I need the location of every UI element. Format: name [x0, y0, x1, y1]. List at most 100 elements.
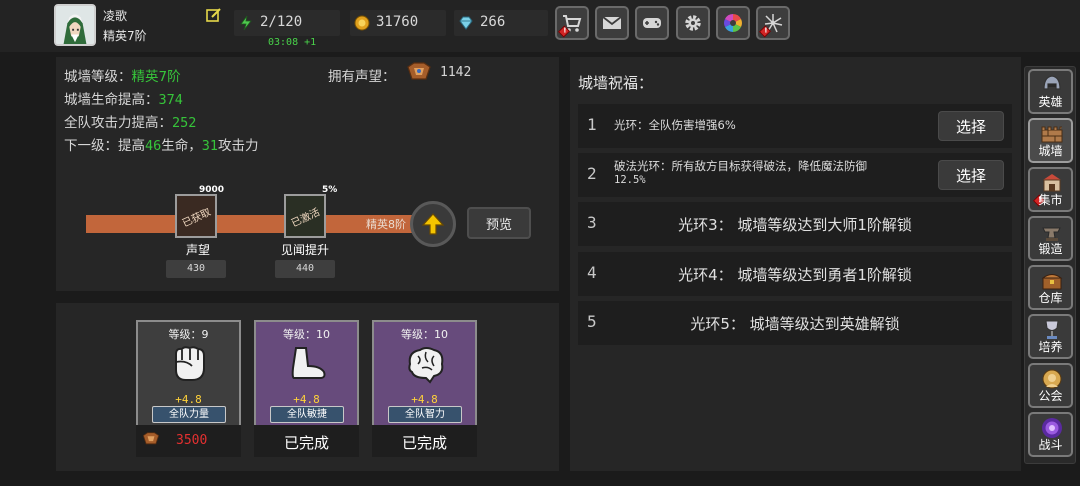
next-level-atk: 31 — [201, 138, 219, 154]
wall-info-panel: 城墙等级：精英7阶 城墙生命提高：374 全队攻击力提高：252 下一级：提高4… — [56, 57, 559, 291]
gem-value: 266 — [480, 14, 506, 30]
gold-counter: 31760 — [350, 10, 446, 36]
skill-completed-label: 已完成 — [401, 434, 447, 452]
skill-name: 全队智力 — [388, 406, 462, 423]
team-attack-row: 全队攻击力提高：252 — [64, 111, 196, 131]
node-prestige-value: 430 — [166, 260, 226, 278]
nav-label: 仓库 — [1038, 291, 1063, 305]
skill-bonus: +4.8 — [293, 393, 320, 406]
next-level-suffix: 攻击力 — [218, 138, 259, 154]
nav-market[interactable]: 集市 — [1028, 167, 1073, 212]
nav-label: 锻造 — [1038, 242, 1063, 256]
arrow-up-icon — [421, 213, 445, 235]
theme-button[interactable] — [716, 6, 750, 40]
node-prestige-stamp: 已获取 — [180, 206, 213, 230]
halo-2-select-button[interactable]: 选择 — [938, 160, 1004, 190]
node-prestige[interactable]: 已获取 — [175, 194, 217, 238]
nav-guild[interactable]: 公会 — [1028, 363, 1073, 408]
gear-icon — [685, 15, 701, 31]
node-insight[interactable]: 已激活 — [284, 194, 326, 238]
skill-level: 等级：10 — [283, 328, 330, 341]
mail-button[interactable] — [595, 6, 629, 40]
next-level-prefix: 下一级：提高 — [64, 138, 145, 154]
halo-description: 破法光环：所有敌方目标获得破法，降低魔法防御 — [614, 159, 867, 173]
player-name: 凌歌 — [103, 9, 128, 23]
blessing-title: 城墙祝福： — [578, 74, 654, 92]
foot-icon — [291, 347, 326, 379]
wall-progress-bar — [86, 215, 414, 233]
halo-slot-2: 2 破法光环：所有敌方目标获得破法，降低魔法防御 12.5% 选择 — [578, 153, 1012, 197]
next-tier-label: 精英8阶 — [366, 218, 406, 231]
skill-card-agility[interactable]: 等级：10 +4.8 全队敏捷 已完成 — [254, 320, 359, 457]
halo-number: 1 — [587, 115, 597, 134]
skill-upgrade-cost[interactable]: 3500 — [136, 425, 241, 457]
halo-number: 2 — [587, 164, 597, 183]
skill-cost-value: 3500 — [176, 433, 208, 448]
upgrade-wall-button[interactable] — [410, 201, 456, 247]
prestige-cost-icon — [142, 432, 160, 445]
next-level-row: 下一级：提高46生命，31攻击力 — [64, 134, 259, 154]
skill-level: 等级：10 — [401, 328, 448, 341]
wall-blessing-panel: 城墙祝福： 1 光环：全队伤害增强6% 选择 2 破法光环：所有敌方目标获得破法… — [570, 57, 1021, 471]
nav-battle[interactable]: 战斗 — [1028, 412, 1073, 457]
energy-bolt-icon — [240, 15, 252, 31]
settings-button[interactable] — [676, 6, 710, 40]
nav-hero[interactable]: 英雄 — [1028, 69, 1073, 114]
skill-level: 等级：9 — [168, 328, 209, 341]
wall-hp-row: 城墙生命提高：374 — [64, 88, 183, 108]
node-insight-name: 见闻提升 — [281, 243, 330, 257]
energy-counter: 2/120 — [234, 10, 340, 36]
player-avatar[interactable] — [54, 4, 96, 46]
halo-unlock-condition: 光环5： 城墙等级达到英雄解锁 — [690, 315, 900, 333]
halo-slot-4-locked: 4 光环4： 城墙等级达到勇者1阶解锁 — [578, 252, 1012, 296]
nav-label: 集市 — [1038, 193, 1063, 207]
skill-bonus: +4.8 — [411, 393, 438, 406]
nav-training[interactable]: 培养 — [1028, 314, 1073, 359]
nav-forge[interactable]: 锻造 — [1028, 216, 1073, 261]
node-prestige-name: 声望 — [186, 243, 211, 257]
team-attack-label: 全队攻击力提高： — [64, 115, 172, 131]
halo-unlock-condition: 光环4： 城墙等级达到勇者1阶解锁 — [678, 266, 912, 284]
skill-name: 全队力量 — [152, 406, 226, 423]
wall-level-label: 城墙等级： — [64, 69, 132, 85]
gem-counter: 266 — [454, 10, 548, 36]
next-level-mid: 生命， — [161, 138, 202, 154]
event-button[interactable] — [756, 6, 790, 40]
shop-button[interactable] — [555, 6, 589, 40]
gold-value: 31760 — [376, 14, 419, 30]
halo-1-select-button[interactable]: 选择 — [938, 111, 1004, 141]
nav-label: 公会 — [1038, 389, 1063, 403]
gamepad-icon — [643, 18, 661, 28]
color-wheel-icon — [724, 14, 742, 32]
skill-card-strength[interactable]: 等级：9 +4.8 全队力量 3500 — [136, 320, 241, 457]
skill-card-intelligence[interactable]: 等级：10 +4.8 全队智力 已完成 — [372, 320, 477, 457]
halo-slot-1: 1 光环：全队伤害增强6% 选择 — [578, 104, 1012, 148]
skill-status: 已完成 — [254, 425, 359, 457]
preview-button[interactable]: 预览 — [467, 207, 531, 239]
minigame-button[interactable] — [635, 6, 669, 40]
halo-description-value: 12.5% — [614, 174, 646, 186]
skill-bonus: +4.8 — [175, 393, 202, 406]
prestige-label: 拥有声望： — [328, 69, 396, 85]
node-insight-stamp: 已激活 — [289, 206, 322, 230]
nav-label: 城墙 — [1038, 144, 1063, 158]
skill-status: 已完成 — [372, 425, 477, 457]
gem-icon — [459, 16, 473, 30]
halo-slot-3-locked: 3 光环3： 城墙等级达到大师1阶解锁 — [578, 202, 1012, 246]
nav-wall[interactable]: 城墙 — [1028, 118, 1073, 163]
main-nav-sidebar: 英雄 城墙 集市 锻造 仓库 培养 公会 战斗 — [1024, 66, 1076, 464]
nav-label: 培养 — [1038, 340, 1063, 354]
halo-slot-5-locked: 5 光环5： 城墙等级达到英雄解锁 — [578, 301, 1012, 345]
prestige-icon — [407, 62, 431, 80]
gold-coin-icon — [354, 15, 370, 31]
next-level-hp: 46 — [145, 138, 162, 154]
halo-description: 光环：全队伤害增强6% — [614, 118, 736, 132]
edit-name-icon[interactable] — [206, 7, 222, 23]
energy-value: 2/120 — [260, 14, 303, 30]
nav-label: 英雄 — [1038, 95, 1063, 109]
prestige-value: 1142 — [440, 65, 472, 80]
node-insight-value: 440 — [275, 260, 335, 278]
nav-warehouse[interactable]: 仓库 — [1028, 265, 1073, 310]
avatar-portrait-icon — [56, 6, 94, 44]
wall-hp-value: 374 — [158, 92, 183, 108]
